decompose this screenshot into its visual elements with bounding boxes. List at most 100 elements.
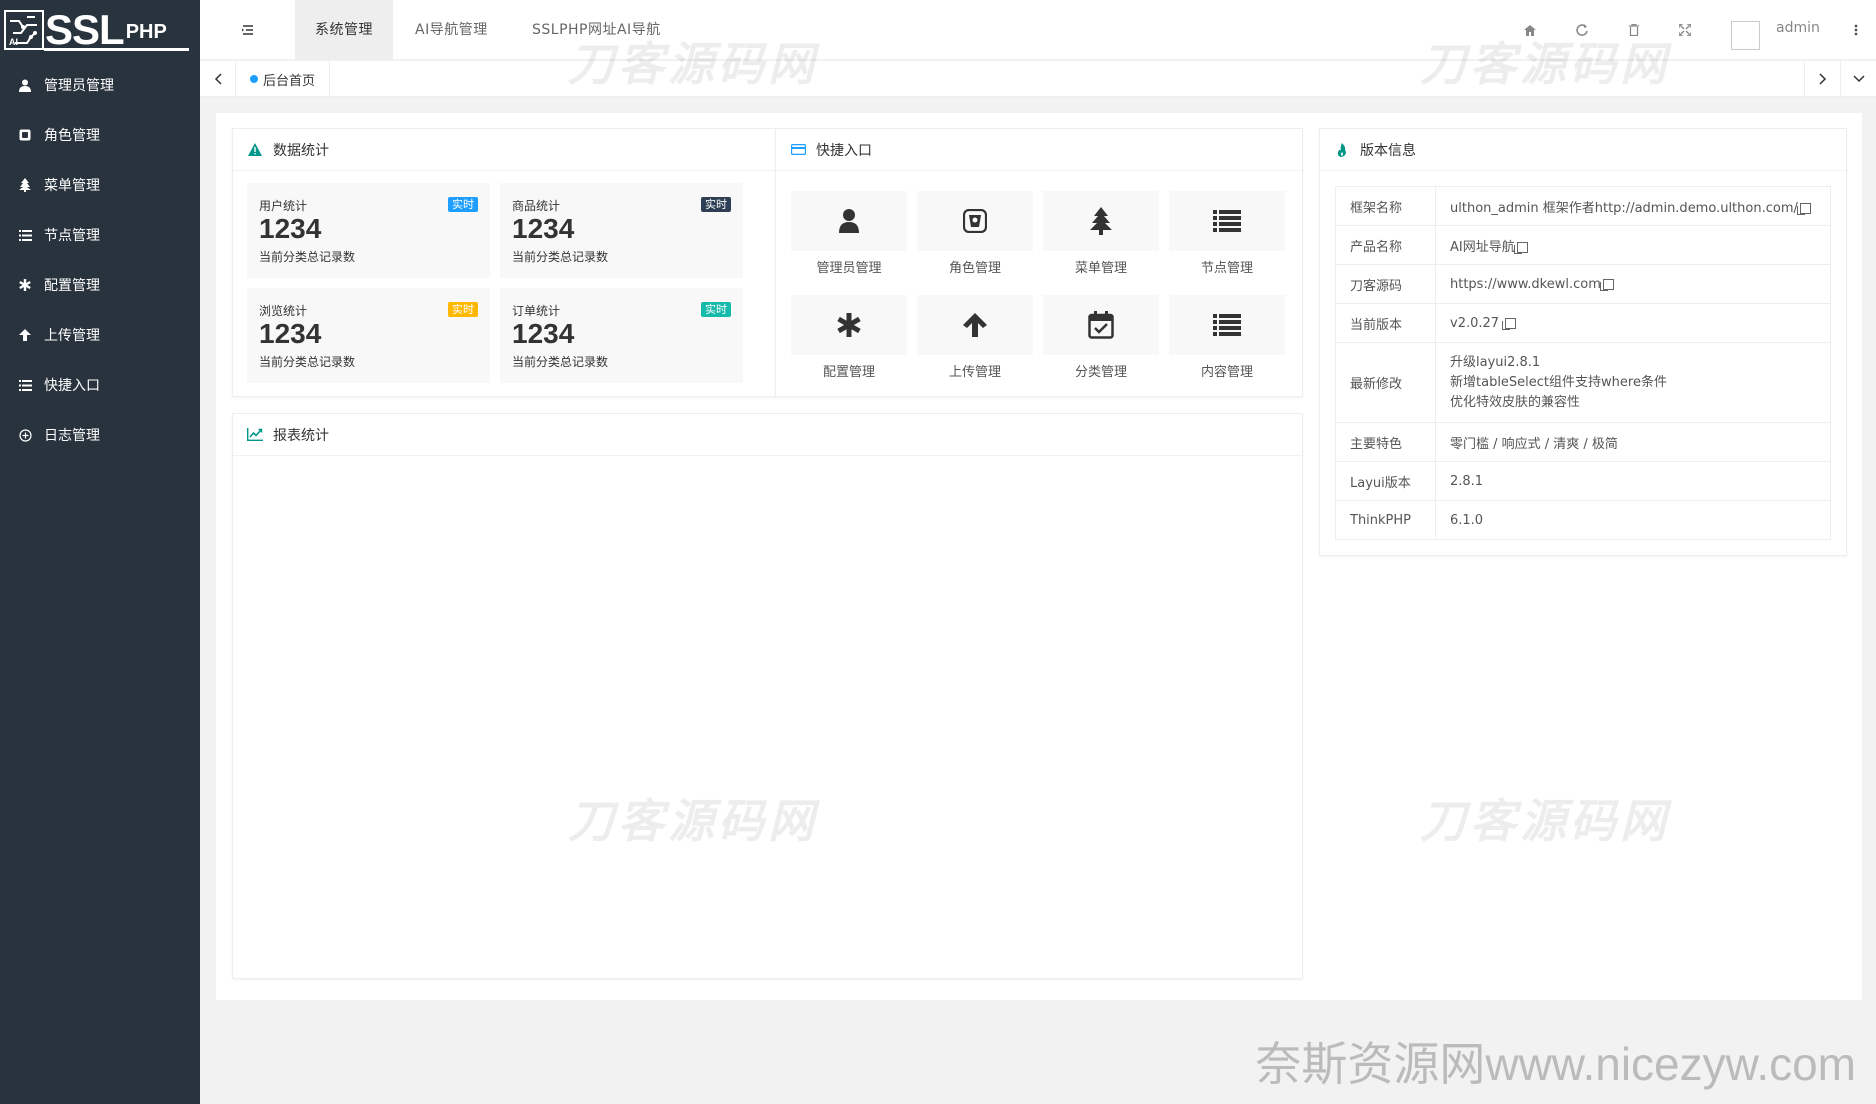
table-row: ThinkPHP 6.1.0	[1335, 500, 1831, 540]
quick-label[interactable]: 菜单管理	[1043, 257, 1159, 276]
quick-label[interactable]: 节点管理	[1169, 257, 1285, 276]
tab-system[interactable]: 系统管理	[295, 0, 393, 60]
sidebar-item-role[interactable]: 角色管理	[0, 110, 200, 160]
tree-icon	[1090, 207, 1112, 235]
stats-card-title: 数据统计	[273, 142, 329, 159]
status-badge: 实时	[448, 197, 478, 212]
copy-icon[interactable]	[1599, 278, 1614, 291]
list-icon	[1213, 210, 1241, 232]
arrow-up-icon	[963, 313, 987, 337]
version-value-text: AI网址导航	[1450, 239, 1515, 255]
sidebar-toggle-icon[interactable]	[240, 22, 256, 38]
watermark: 刀客源码网	[568, 794, 818, 848]
logo-sub-text: PHP	[125, 20, 167, 43]
copy-icon[interactable]	[1796, 202, 1811, 215]
version-value: AI网址导航	[1435, 225, 1831, 265]
report-card-title: 报表统计	[273, 427, 329, 444]
version-value: 升级layui2.8.1 新增tableSelect组件支持where条件 优化…	[1435, 342, 1831, 423]
asterisk-icon	[837, 313, 861, 337]
status-badge: 实时	[448, 302, 478, 317]
stat-desc: 当前分类总记录数	[259, 355, 356, 369]
quick-label[interactable]: 上传管理	[917, 361, 1033, 380]
username[interactable]: admin	[1776, 20, 1820, 36]
copy-icon[interactable]	[1513, 241, 1528, 254]
quick-label[interactable]: 配置管理	[791, 361, 907, 380]
logo-main-text: SSL	[45, 6, 125, 53]
main-content: 数据统计 用户统计 实时 1234 当前分类总记录数 商品统计 实时 1234 …	[216, 113, 1862, 1000]
quick-label[interactable]: 内容管理	[1169, 361, 1285, 380]
stat-value: 1234	[259, 318, 322, 349]
changelog-line: 优化特效皮肤的兼容性	[1450, 394, 1581, 410]
changelog-line: 升级layui2.8.1	[1450, 354, 1541, 370]
warning-icon	[247, 142, 263, 158]
quick-btn-admin[interactable]	[791, 191, 907, 251]
report-card: 报表统计	[232, 413, 1303, 979]
stat-value: 1234	[512, 213, 575, 244]
version-key: 产品名称	[1335, 225, 1436, 265]
list-icon	[18, 228, 32, 242]
sidebar-item-quick[interactable]: 快捷入口	[0, 360, 200, 410]
stats-card-header: 数据统计	[233, 129, 775, 171]
version-table: 框架名称 ulthon_admin 框架作者http://admin.demo.…	[1335, 186, 1831, 540]
tab-ai-nav[interactable]: AI导航管理	[395, 0, 508, 60]
more-vertical-icon[interactable]	[1848, 22, 1864, 38]
version-card-title: 版本信息	[1360, 142, 1416, 159]
sidebar-item-label: 快捷入口	[44, 378, 100, 394]
report-card-header: 报表统计	[233, 414, 1302, 456]
sidebar-item-node[interactable]: 节点管理	[0, 210, 200, 260]
table-row: Layui版本 2.8.1	[1335, 461, 1831, 501]
quick-btn-content[interactable]	[1169, 295, 1285, 355]
sidebar: AI SSL PHP 管理员管理 角色管理 菜单管理 节点管理 配置管理 上传管…	[0, 0, 200, 1104]
version-value: ulthon_admin 框架作者http://admin.demo.ultho…	[1435, 186, 1831, 226]
sidebar-item-admin[interactable]: 管理员管理	[0, 60, 200, 110]
fullscreen-icon[interactable]	[1677, 22, 1693, 38]
stat-box-users[interactable]: 用户统计 实时 1234 当前分类总记录数	[247, 183, 490, 278]
stat-value: 1234	[259, 213, 322, 244]
watermark: 刀客源码网	[1420, 794, 1670, 848]
stat-label: 订单统计	[512, 304, 561, 318]
stat-label: 用户统计	[259, 199, 308, 213]
sidebar-item-upload[interactable]: 上传管理	[0, 310, 200, 360]
tabs-scroll-left[interactable]	[200, 61, 236, 97]
stat-label: 商品统计	[512, 199, 561, 213]
stat-box-products[interactable]: 商品统计 实时 1234 当前分类总记录数	[500, 183, 743, 278]
quick-label[interactable]: 角色管理	[917, 257, 1033, 276]
version-key: 主要特色	[1335, 422, 1436, 462]
quick-btn-role[interactable]	[917, 191, 1033, 251]
stats-card: 数据统计 用户统计 实时 1234 当前分类总记录数 商品统计 实时 1234 …	[232, 128, 776, 397]
tabs-dropdown[interactable]	[1840, 61, 1876, 97]
sidebar-item-label: 配置管理	[44, 278, 100, 294]
version-value-text: v2.0.27	[1450, 315, 1500, 331]
quick-btn-category[interactable]	[1043, 295, 1159, 355]
credit-card-icon	[790, 142, 806, 158]
quick-card-title: 快捷入口	[816, 142, 872, 159]
quick-btn-menu[interactable]	[1043, 191, 1159, 251]
user-icon	[18, 78, 32, 92]
version-value-text: ulthon_admin 框架作者http://admin.demo.ultho…	[1450, 200, 1798, 216]
status-badge: 实时	[701, 302, 731, 317]
quick-label[interactable]: 分类管理	[1043, 361, 1159, 380]
tabs-scroll-right[interactable]	[1804, 61, 1840, 97]
quick-btn-config[interactable]	[791, 295, 907, 355]
logo[interactable]: AI SSL PHP	[0, 0, 200, 60]
footer-watermark: 奈斯资源网www.nicezyw.com	[1255, 1038, 1856, 1090]
stat-box-views[interactable]: 浏览统计 实时 1234 当前分类总记录数	[247, 288, 490, 383]
copy-icon[interactable]	[1502, 317, 1517, 330]
quick-btn-upload[interactable]	[917, 295, 1033, 355]
changelog-line: 新增tableSelect组件支持where条件	[1450, 374, 1667, 390]
sidebar-item-config[interactable]: 配置管理	[0, 260, 200, 310]
version-value: 6.1.0	[1435, 500, 1831, 540]
avatar[interactable]	[1731, 21, 1760, 50]
version-key: 刀客源码	[1335, 264, 1436, 304]
quick-label[interactable]: 管理员管理	[791, 257, 907, 276]
version-key: Layui版本	[1335, 461, 1436, 501]
stat-desc: 当前分类总记录数	[512, 250, 609, 264]
sidebar-item-label: 管理员管理	[44, 78, 114, 94]
tree-icon	[18, 178, 32, 192]
sidebar-item-log[interactable]: 日志管理	[0, 410, 200, 460]
stat-box-orders[interactable]: 订单统计 实时 1234 当前分类总记录数	[500, 288, 743, 383]
quick-btn-node[interactable]	[1169, 191, 1285, 251]
logo-mark-icon: AI	[4, 10, 44, 50]
page-tab-home[interactable]: 后台首页	[236, 61, 331, 97]
sidebar-item-menu[interactable]: 菜单管理	[0, 160, 200, 210]
